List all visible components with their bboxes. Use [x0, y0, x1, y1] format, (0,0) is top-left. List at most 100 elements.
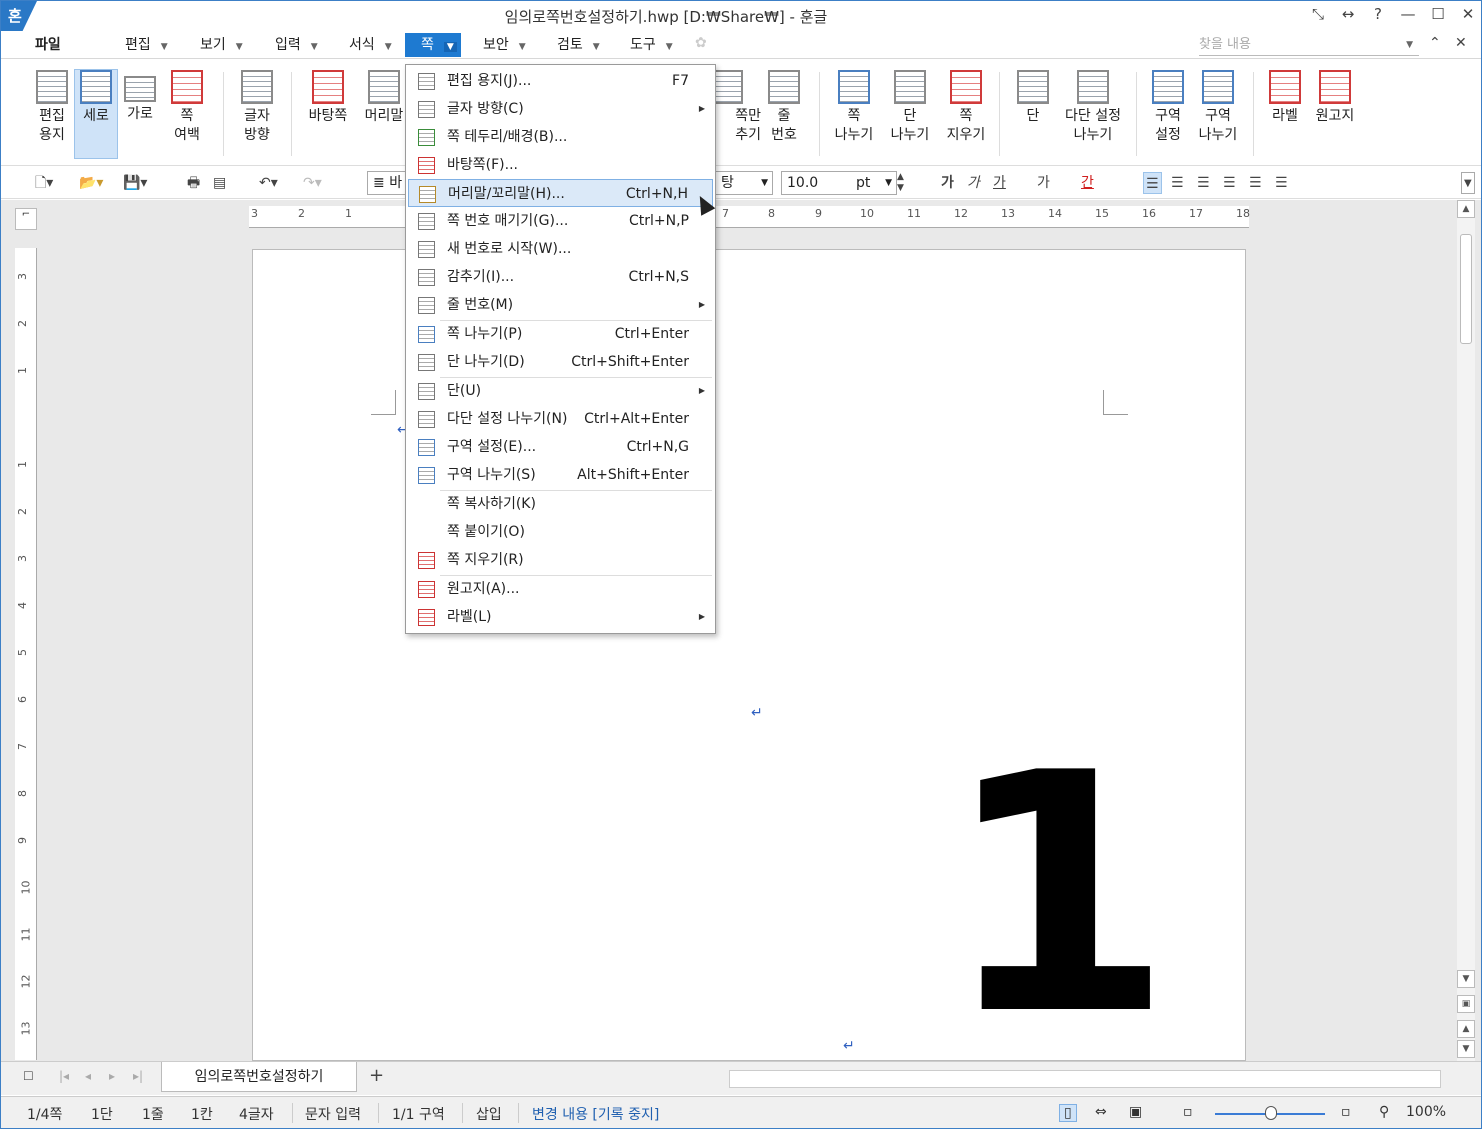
- scroll-up-icon[interactable]: ▲: [1457, 200, 1475, 218]
- next-page-icon[interactable]: ▼: [1457, 1040, 1475, 1058]
- menu-item-copy-page[interactable]: 쪽 복사하기(K): [408, 490, 713, 518]
- ruler-corner-icon[interactable]: ⌐: [15, 208, 37, 230]
- ribbon-landscape[interactable]: 가로: [113, 70, 167, 124]
- help-icon[interactable]: ?: [1369, 5, 1387, 23]
- ribbon-master-page[interactable]: 바탕쪽: [301, 70, 355, 126]
- menu-item-paste-page[interactable]: 쪽 붙이기(O): [408, 518, 713, 546]
- vertical-ruler[interactable]: 3 2 1 1 2 3 4 5 6 7 8 9 10 11 12 13: [15, 248, 37, 1060]
- menu-item-header-footer[interactable]: 머리말/꼬리말(H)... Ctrl+N,H: [408, 179, 713, 207]
- close-doc-icon[interactable]: ✕: [1455, 35, 1467, 51]
- full-page-icon[interactable]: ▣: [1129, 1104, 1142, 1120]
- ribbon-manuscript[interactable]: 원고지: [1308, 70, 1362, 126]
- ribbon-columns[interactable]: 단: [1006, 70, 1060, 126]
- first-tab-icon[interactable]: |◂: [59, 1069, 69, 1083]
- align-right-icon[interactable]: ☰: [1223, 172, 1236, 194]
- document-tab[interactable]: 임의로쪽번호설정하기: [161, 1062, 357, 1092]
- align-distribute-icon[interactable]: ☰: [1249, 172, 1262, 194]
- menu-tools[interactable]: 도구 ▼: [626, 33, 677, 57]
- align-left-icon[interactable]: ☰: [1171, 172, 1184, 194]
- ribbon-text-direction[interactable]: 글자 방향: [230, 70, 284, 145]
- maximize-icon[interactable]: ☐: [1429, 5, 1447, 23]
- zoom-out-icon[interactable]: ▫: [1183, 1104, 1193, 1120]
- next-tab-icon[interactable]: ▸: [109, 1069, 115, 1083]
- menu-item-delete-page[interactable]: 쪽 지우기(R): [408, 546, 713, 574]
- toolbar-expand-icon[interactable]: ▼: [1461, 172, 1475, 194]
- find-input[interactable]: 찾을 내용 ▼: [1199, 34, 1419, 56]
- new-doc-icon[interactable]: 🗋▾: [35, 172, 53, 194]
- ribbon-label-sheet[interactable]: 라벨: [1258, 70, 1312, 126]
- page-view-icon[interactable]: ▣: [1457, 995, 1475, 1013]
- strike-button[interactable]: 가: [1037, 172, 1050, 194]
- spinner-icon[interactable]: ▲ ▼: [897, 172, 904, 194]
- menu-page[interactable]: 쪽 ▼: [405, 33, 461, 57]
- zoom-in-icon[interactable]: ▫: [1341, 1104, 1351, 1120]
- fullscreen-icon[interactable]: ⤡: [1309, 5, 1327, 23]
- redo-icon[interactable]: ↷▾: [303, 172, 322, 194]
- magnifier-icon[interactable]: ⚲: [1379, 1104, 1389, 1120]
- horizontal-ruler[interactable]: 3 2 1 1 2 3 4 5 6 7 8 9 10 11 12 13 14 1…: [249, 206, 1250, 228]
- menu-item-section-break[interactable]: 구역 나누기(S) Alt+Shift+Enter: [408, 461, 713, 489]
- tab-view-icon[interactable]: ☐: [23, 1069, 34, 1083]
- close-icon[interactable]: ✕: [1459, 5, 1477, 23]
- align-center-icon[interactable]: ☰: [1197, 172, 1210, 194]
- preview-icon[interactable]: ▤: [213, 172, 226, 194]
- ribbon-line-number[interactable]: 줄 번호: [757, 70, 811, 145]
- ribbon-page-hide[interactable]: 쪽만 추기: [711, 70, 761, 145]
- menu-item-page-break[interactable]: 쪽 나누기(P) Ctrl+Enter: [408, 320, 713, 348]
- ribbon-paper-setup[interactable]: 편집 용지: [25, 70, 79, 145]
- menu-item-paper-setup[interactable]: 편집 용지(J)... F7: [408, 67, 713, 95]
- align-divide-icon[interactable]: ☰: [1275, 172, 1288, 194]
- save-icon[interactable]: 💾▾: [123, 172, 147, 194]
- menu-item-manuscript[interactable]: 원고지(A)...: [408, 575, 713, 603]
- menu-item-columns[interactable]: 단(U) ▶: [408, 377, 713, 405]
- ribbon-multi-column-break[interactable]: 다단 설정 나누기: [1059, 70, 1127, 145]
- menu-security[interactable]: 보안 ▼: [479, 33, 530, 57]
- ribbon-column-break[interactable]: 단 나누기: [883, 70, 937, 145]
- page-number-text[interactable]: 1: [943, 730, 1173, 1060]
- menu-item-master-page[interactable]: 바탕쪽(F)...: [408, 151, 713, 179]
- minimize-icon[interactable]: —: [1399, 5, 1417, 23]
- print-icon[interactable]: 🖶: [187, 172, 200, 194]
- fit-width-icon[interactable]: ⇔: [1095, 1104, 1107, 1120]
- zoom-slider-thumb[interactable]: [1265, 1106, 1277, 1120]
- italic-button[interactable]: 가: [967, 172, 980, 194]
- status-track-changes[interactable]: 변경 내용 [기록 중지]: [532, 1104, 659, 1124]
- scroll-thumb[interactable]: [1460, 234, 1472, 344]
- menu-item-section-setup[interactable]: 구역 설정(E)... Ctrl+N,G: [408, 433, 713, 461]
- menu-item-text-direction[interactable]: 글자 방향(C) ▶: [408, 95, 713, 123]
- menu-item-page-number[interactable]: 쪽 번호 매기기(G)... Ctrl+N,P: [408, 207, 713, 235]
- menu-item-multi-column[interactable]: 다단 설정 나누기(N) Ctrl+Alt+Enter: [408, 405, 713, 433]
- chevron-down-icon[interactable]: ▼: [1406, 34, 1413, 56]
- menu-item-column-break[interactable]: 단 나누기(D) Ctrl+Shift+Enter: [408, 348, 713, 376]
- ribbon-delete-page[interactable]: 쪽 지우기: [939, 70, 993, 145]
- last-tab-icon[interactable]: ▸|: [133, 1069, 143, 1083]
- status-page[interactable]: 1/4쪽: [27, 1104, 62, 1124]
- menu-item-border-bg[interactable]: 쪽 테두리/배경(B)...: [408, 123, 713, 151]
- document-page[interactable]: ↵ ↵ 1 ↵: [252, 249, 1246, 1061]
- menu-item-line-number[interactable]: 줄 번호(M) ▶: [408, 291, 713, 319]
- ribbon-portrait[interactable]: 세로: [74, 69, 118, 159]
- bold-button[interactable]: 가: [941, 172, 954, 194]
- font-color-button[interactable]: 간: [1081, 172, 1094, 194]
- normal-view-icon[interactable]: ▯: [1059, 1104, 1077, 1122]
- ribbon-header[interactable]: 머리말: [357, 70, 411, 126]
- align-justify-icon[interactable]: ☰: [1143, 172, 1162, 194]
- split-icon[interactable]: ↔: [1339, 5, 1357, 23]
- ribbon-section-setup[interactable]: 구역 설정: [1141, 70, 1195, 145]
- font-select[interactable]: 탕 ▼: [715, 171, 773, 195]
- ribbon-margins[interactable]: 쪽 여백: [160, 70, 214, 145]
- underline-button[interactable]: 가: [993, 172, 1006, 194]
- menu-item-label-sheet[interactable]: 라벨(L) ▶: [408, 603, 713, 631]
- zoom-level[interactable]: 100%: [1406, 1104, 1446, 1120]
- prev-page-icon[interactable]: ▲: [1457, 1020, 1475, 1038]
- menu-format[interactable]: 서식 ▼: [345, 33, 396, 57]
- menu-item-hide[interactable]: 감추기(I)... Ctrl+N,S: [408, 263, 713, 291]
- menu-view[interactable]: 보기 ▼: [196, 33, 247, 57]
- menu-review[interactable]: 검토 ▼: [553, 33, 604, 57]
- collapse-ribbon-icon[interactable]: ⌃: [1429, 35, 1441, 51]
- vertical-scrollbar[interactable]: ▲ ▼ ▣ ▲ ▼: [1457, 200, 1475, 1061]
- menu-item-new-number[interactable]: 새 번호로 시작(W)...: [408, 235, 713, 263]
- horizontal-scrollbar[interactable]: [729, 1070, 1441, 1088]
- prev-tab-icon[interactable]: ◂: [85, 1069, 91, 1083]
- menu-file[interactable]: 파일: [31, 33, 65, 57]
